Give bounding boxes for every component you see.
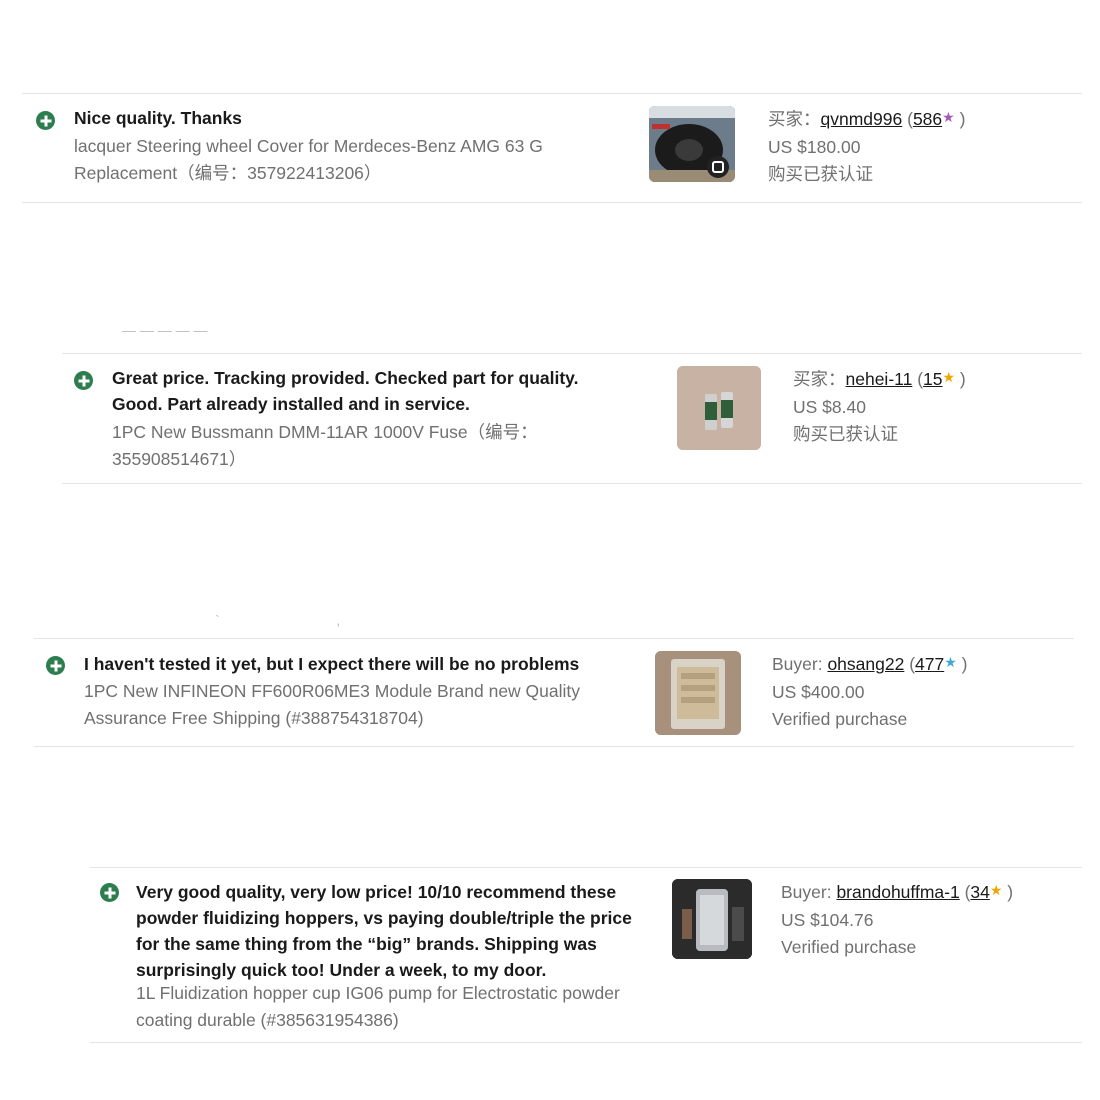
review-product[interactable]: 1L Fluidization hopper cup IG06 pump for… — [136, 980, 646, 1034]
item-price: US $8.40 — [793, 397, 866, 417]
buyer-username-link[interactable]: nehei-11 — [846, 369, 913, 389]
buyer-info: Buyer: brandohuffma-1 (34★ ) US $104.76 … — [781, 879, 1013, 961]
powder-hopper-photo-icon — [672, 879, 752, 959]
buyer-label: Buyer: — [772, 654, 828, 674]
buyer-label: Buyer: — [781, 882, 837, 902]
review-product[interactable]: 1PC New Bussmann DMM-11AR 1000V Fuse（编号：… — [112, 419, 592, 473]
igbt-module-photo-icon — [655, 651, 741, 735]
positive-feedback-icon — [36, 111, 55, 130]
product-thumbnail[interactable] — [655, 651, 741, 735]
buyer-label: 买家： — [768, 109, 821, 129]
steering-wheel-cover-photo-icon — [649, 106, 735, 182]
review-comment: Great price. Tracking provided. Checked … — [112, 368, 579, 414]
feedback-score-link[interactable]: 34 — [970, 882, 989, 902]
item-price: US $400.00 — [772, 682, 865, 702]
item-price: US $180.00 — [768, 137, 861, 157]
feedback-score-link[interactable]: 15 — [923, 369, 942, 389]
buyer-username-link[interactable]: qvnmd996 — [821, 109, 903, 129]
buyer-info: 买家：nehei-11 (15★ ) US $8.40 购买已获认证 — [793, 366, 966, 448]
feedback-star-icon: ★ — [944, 654, 957, 670]
review-comment: I haven't tested it yet, but I expect th… — [84, 654, 580, 674]
buyer-username-link[interactable]: brandohuffma-1 — [836, 882, 959, 902]
buyer-info: Buyer: ohsang22 (477★ ) US $400.00 Verif… — [772, 651, 968, 733]
verified-purchase-label: 购买已获认证 — [768, 164, 873, 184]
product-thumbnail[interactable] — [677, 366, 761, 450]
item-price: US $104.76 — [781, 910, 874, 930]
partial-text-artifact: — — — — — — [122, 322, 208, 338]
feedback-star-icon: ★ — [942, 369, 956, 385]
review-product[interactable]: lacquer Steering wheel Cover for Merdece… — [74, 133, 614, 187]
fuse-photo-icon — [677, 366, 761, 450]
buyer-username-link[interactable]: ohsang22 — [827, 654, 904, 674]
product-thumbnail[interactable] — [672, 879, 752, 959]
feedback-star-icon: ★ — [989, 882, 1003, 898]
review-comment: Nice quality. Thanks — [74, 108, 242, 128]
feedback-score-link[interactable]: 586 — [913, 109, 942, 129]
feedback-star-icon: ★ — [942, 109, 955, 125]
feedback-score-link[interactable]: 477 — [915, 654, 944, 674]
review-card: Nice quality. Thanks lacquer Steering wh… — [22, 93, 1082, 203]
review-card: Very good quality, very low price! 10/10… — [90, 867, 1082, 1043]
review-product[interactable]: 1PC New INFINEON FF600R06ME3 Module Bran… — [84, 678, 634, 732]
buyer-info: 买家：qvnmd996 (586★ ) US $180.00 购买已获认证 — [768, 106, 965, 188]
verified-purchase-label: 购买已获认证 — [793, 424, 898, 444]
verified-purchase-label: Verified purchase — [772, 709, 908, 729]
buyer-label: 买家： — [793, 369, 846, 389]
positive-feedback-icon — [100, 883, 119, 902]
review-card: Great price. Tracking provided. Checked … — [62, 353, 1082, 484]
review-comment: Very good quality, very low price! 10/10… — [136, 882, 632, 980]
partial-text-artifact: ` , — [215, 612, 341, 628]
verified-purchase-label: Verified purchase — [781, 937, 917, 957]
review-card: I haven't tested it yet, but I expect th… — [34, 638, 1074, 747]
positive-feedback-icon — [74, 371, 93, 390]
product-thumbnail[interactable] — [649, 106, 735, 182]
positive-feedback-icon — [46, 656, 65, 675]
